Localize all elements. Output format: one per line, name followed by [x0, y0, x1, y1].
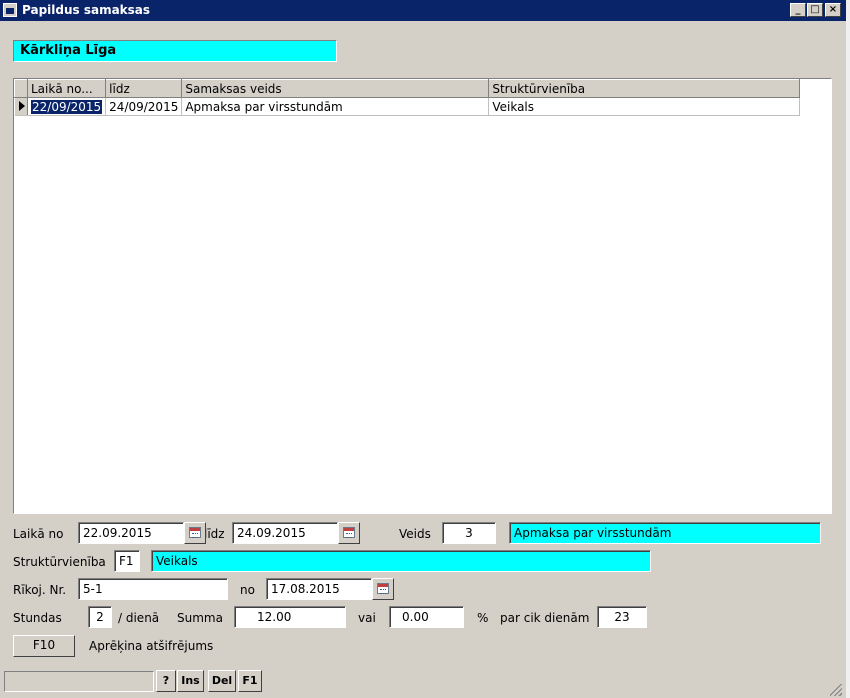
minimize-icon: _: [795, 4, 801, 15]
maximize-icon: □: [810, 4, 820, 15]
dialog-window: Papildus samaksas _ □ × Kārkliņa Līga La…: [0, 0, 846, 698]
status-bar: ? Ins Del F1: [0, 669, 846, 698]
unit-code-input[interactable]: F1: [114, 550, 140, 572]
to-date-input[interactable]: 24.09.2015: [232, 522, 338, 544]
payments-table: Laikā no... līdz Samaksas veids Struktūr…: [14, 79, 801, 116]
cell-unit[interactable]: Veikals: [488, 97, 801, 116]
f1-button[interactable]: F1: [238, 670, 262, 692]
delete-button[interactable]: Del: [208, 670, 236, 692]
cell-from[interactable]: 22/09/2015: [27, 97, 107, 116]
cell-from-text: 22/09/2015: [31, 99, 103, 114]
from-label: Laikā no: [13, 527, 64, 541]
employee-name-field: Kārkliņa Līga: [13, 40, 337, 62]
type-name-field: Apmaksa par virsstundām: [509, 522, 821, 544]
calc-breakdown-label: Aprēķina atšifrējums: [89, 639, 214, 653]
window-title: Papildus samaksas: [22, 3, 151, 17]
hours-label: Stundas: [13, 611, 62, 625]
window-app-icon: [3, 3, 17, 17]
type-label: Veids: [399, 527, 431, 541]
column-header-unit[interactable]: Struktūrvienība: [488, 79, 801, 98]
f10-button[interactable]: F10: [13, 635, 75, 657]
type-code-input[interactable]: 3: [442, 522, 496, 544]
grid-indicator-header: [14, 79, 28, 98]
or-label: vai: [358, 611, 376, 625]
calendar-icon: [343, 527, 355, 538]
days-label: par cik dienām: [500, 611, 590, 625]
minimize-button[interactable]: _: [790, 3, 806, 17]
to-label: līdz: [206, 527, 225, 541]
background-window-edge: [846, 0, 850, 698]
calendar-icon: [377, 583, 389, 594]
row-pointer-icon: [18, 100, 25, 111]
order-date-label: no: [240, 583, 255, 597]
per-day-label: / dienā: [118, 611, 160, 625]
sum-label: Summa: [177, 611, 223, 625]
payments-grid[interactable]: Laikā no... līdz Samaksas veids Struktūr…: [13, 78, 832, 514]
hours-input[interactable]: 2: [88, 606, 112, 628]
grid-header-row: Laikā no... līdz Samaksas veids Struktūr…: [14, 79, 801, 98]
maximize-button[interactable]: □: [807, 3, 823, 17]
row-indicator: [14, 97, 28, 116]
days-input[interactable]: 23: [597, 606, 647, 628]
from-date-calendar-button[interactable]: [184, 522, 206, 544]
calendar-icon: [189, 527, 201, 538]
order-date-input[interactable]: 17.08.2015: [266, 578, 372, 600]
order-number-input[interactable]: 5-1: [78, 578, 228, 600]
percent-sign: %: [477, 611, 489, 625]
to-date-calendar-button[interactable]: [338, 522, 360, 544]
close-button[interactable]: ×: [825, 3, 841, 17]
insert-button[interactable]: Ins: [177, 670, 204, 692]
title-bar[interactable]: Papildus samaksas _ □ ×: [0, 0, 846, 21]
table-row[interactable]: 22/09/2015 24/09/2015 Apmaksa par virsst…: [14, 97, 801, 116]
close-icon: ×: [828, 4, 838, 15]
column-header-to[interactable]: līdz: [105, 79, 183, 98]
cell-to[interactable]: 24/09/2015: [105, 97, 183, 116]
unit-label: Struktūrvienība: [13, 555, 106, 569]
unit-name-field: Veikals: [151, 550, 651, 572]
column-header-payment-type[interactable]: Samaksas veids: [181, 79, 490, 98]
status-pane: [4, 671, 154, 692]
percent-input[interactable]: 0.00: [389, 606, 464, 628]
column-header-from[interactable]: Laikā no...: [26, 79, 107, 98]
help-button[interactable]: ?: [156, 670, 176, 692]
to-label-clip: līdz: [206, 522, 230, 544]
sum-input[interactable]: 12.00: [234, 606, 346, 628]
order-label: Rīkoj. Nr.: [13, 583, 67, 597]
resize-grip-icon[interactable]: [830, 684, 842, 696]
from-date-input[interactable]: 22.09.2015: [78, 522, 184, 544]
order-date-calendar-button[interactable]: [372, 578, 394, 600]
cell-payment-type[interactable]: Apmaksa par virsstundām: [181, 97, 490, 116]
